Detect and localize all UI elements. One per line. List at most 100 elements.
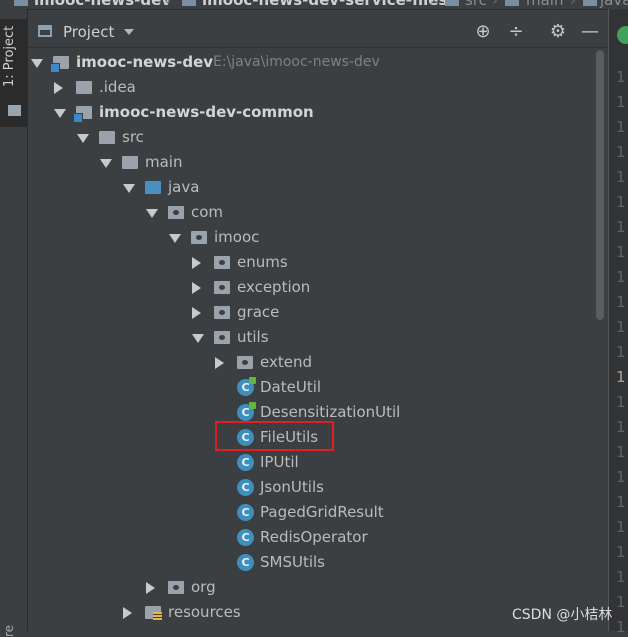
line-number: 1: [616, 268, 626, 286]
project-view-icon: [38, 25, 52, 37]
tree-node-label: imooc: [214, 228, 260, 246]
expand-arrow-right-icon[interactable]: [192, 307, 201, 319]
class-icon: C: [237, 454, 254, 471]
tree-node-label: PagedGridResult: [260, 503, 384, 521]
tree-node[interactable]: C PagedGridResult: [28, 500, 594, 525]
expand-arrow-down-icon[interactable]: [123, 184, 135, 193]
line-number: 1: [616, 293, 626, 311]
class-icon: C: [237, 529, 254, 546]
class-icon: C: [237, 504, 254, 521]
tree-node[interactable]: extend: [28, 350, 594, 375]
tree-node[interactable]: exception: [28, 275, 594, 300]
hide-icon[interactable]: —: [579, 21, 601, 43]
tree-node[interactable]: C SMSUtils: [28, 550, 594, 575]
line-number: 1: [616, 568, 626, 586]
line-number: 1: [616, 443, 626, 461]
class-run-icon: C: [237, 402, 256, 421]
tree-node-label: SMSUtils: [260, 553, 325, 571]
tree-node[interactable]: grace: [28, 300, 594, 325]
breadcrumb-item[interactable]: imooc-news-dev-service-files: [202, 0, 447, 9]
tree-node-label: java: [168, 178, 200, 196]
tree-node-label: org: [191, 578, 216, 596]
tree-node[interactable]: com: [28, 200, 594, 225]
line-number: 1: [616, 418, 626, 436]
package-icon: [168, 581, 184, 594]
package-icon: [214, 331, 230, 344]
tree-node-label: main: [145, 153, 183, 171]
project-tool-tab[interactable]: 1: Project: [0, 19, 27, 127]
tree-node[interactable]: .idea: [28, 75, 594, 100]
chevron-down-icon[interactable]: [124, 29, 134, 35]
expand-arrow-right-icon[interactable]: [192, 282, 201, 294]
expand-arrow-down-icon[interactable]: [169, 234, 181, 243]
project-view-selector[interactable]: Project: [63, 23, 114, 41]
watermark: CSDN @小桔林: [512, 607, 613, 623]
expand-arrow-right-icon[interactable]: [123, 607, 132, 619]
breadcrumb-item[interactable]: src: [465, 0, 487, 9]
line-number: 1: [616, 118, 626, 136]
expand-arrow-down-icon[interactable]: [192, 334, 204, 343]
expand-arrow-right-icon[interactable]: [215, 357, 224, 369]
module-icon: [182, 0, 196, 6]
breadcrumb-item[interactable]: java: [600, 0, 628, 9]
highlight-box: [215, 421, 334, 451]
tree-scrollbar[interactable]: [594, 48, 608, 631]
gear-icon[interactable]: ⚙: [547, 21, 569, 43]
breadcrumb-item[interactable]: imooc-news-dev: [34, 0, 171, 9]
source-folder-icon: [145, 181, 161, 194]
expand-arrow-down-icon[interactable]: [31, 59, 43, 68]
tree-node[interactable]: java: [28, 175, 594, 200]
line-number: 1: [616, 593, 626, 611]
package-icon: [214, 281, 230, 294]
package-icon: [168, 206, 184, 219]
tree-node[interactable]: imooc-news-dev-common: [28, 100, 594, 125]
tree-node[interactable]: C RedisOperator: [28, 525, 594, 550]
project-tree[interactable]: imooc-news-dev E:\java\imooc-news-dev .ide…: [28, 48, 594, 631]
folder-icon: [76, 81, 92, 94]
resources-folder-icon: [145, 606, 162, 621]
tree-node[interactable]: org: [28, 575, 594, 600]
tree-node-path: E:\java\imooc-news-dev: [213, 54, 380, 70]
tree-node[interactable]: main: [28, 150, 594, 175]
tree-node-label: JsonUtils: [260, 478, 324, 496]
expand-arrow-right-icon[interactable]: [54, 82, 63, 94]
tree-node[interactable]: enums: [28, 250, 594, 275]
tree-node[interactable]: resources: [28, 600, 594, 625]
tree-node-label: .idea: [99, 78, 136, 96]
locate-icon[interactable]: ⊕: [472, 21, 494, 43]
tree-node[interactable]: C JsonUtils: [28, 475, 594, 500]
line-number: 1: [616, 218, 626, 236]
scrollbar-thumb[interactable]: [596, 50, 604, 320]
status-badge: [617, 26, 628, 44]
package-icon: [191, 231, 207, 244]
line-number: 1: [616, 143, 626, 161]
package-icon: [214, 256, 230, 269]
expand-arrow-right-icon[interactable]: [146, 582, 155, 594]
class-run-icon: C: [237, 377, 256, 396]
expand-arrow-down-icon[interactable]: [77, 134, 89, 143]
breadcrumb-item[interactable]: main: [526, 0, 563, 9]
tree-node[interactable]: imooc: [28, 225, 594, 250]
line-number: 1: [616, 193, 626, 211]
expand-arrow-down-icon[interactable]: [54, 109, 66, 118]
tree-node[interactable]: imooc-news-dev E:\java\imooc-news-dev: [28, 50, 594, 75]
tree-node-label: resources: [168, 603, 241, 621]
expand-arrow-down-icon[interactable]: [100, 159, 112, 168]
line-number: 1: [616, 93, 626, 111]
line-number: 1: [616, 393, 626, 411]
folder-icon: [505, 0, 519, 6]
expand-arrow-down-icon[interactable]: [146, 209, 158, 218]
tree-node-label: utils: [237, 328, 269, 346]
line-number: 1: [616, 518, 626, 536]
tree-node[interactable]: C DateUtil: [28, 375, 594, 400]
expand-arrow-right-icon[interactable]: [192, 257, 201, 269]
line-number: 1: [616, 618, 626, 636]
tree-node-label: RedisOperator: [260, 528, 368, 546]
tree-node[interactable]: utils: [28, 325, 594, 350]
project-tab-label: 1: Project: [2, 25, 17, 87]
tree-node[interactable]: C IPUtil: [28, 450, 594, 475]
collapse-all-icon[interactable]: ÷: [505, 21, 527, 43]
tree-node[interactable]: src: [28, 125, 594, 150]
tree-node-label: imooc-news-dev-common: [99, 103, 314, 121]
breadcrumb-separator: ›: [570, 0, 576, 9]
